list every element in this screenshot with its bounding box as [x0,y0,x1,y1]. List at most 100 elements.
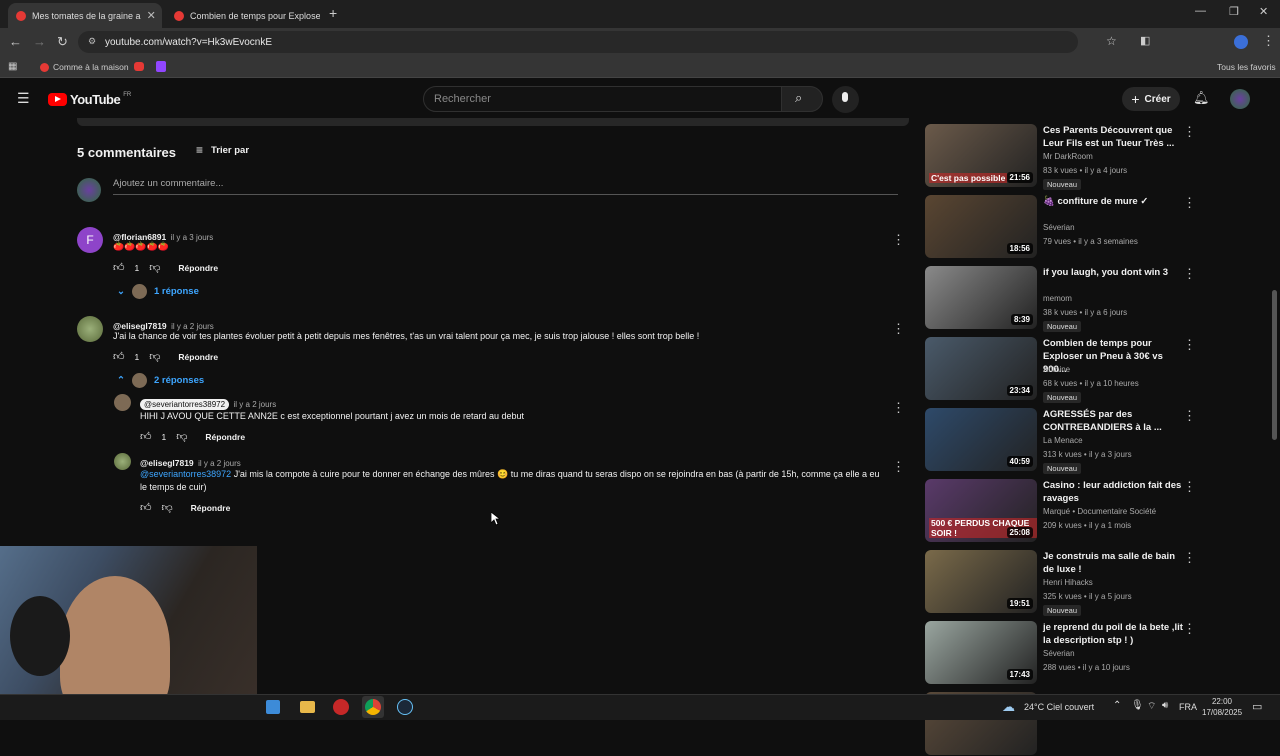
video-channel[interactable]: Séverian [1043,223,1075,232]
like-icon[interactable]: 👍︎ [140,501,152,514]
video-title[interactable]: if you laugh, you dont win 3 [1043,266,1183,279]
hamburger-menu-icon[interactable]: ☰ [17,90,30,107]
steam-icon[interactable] [397,699,413,715]
file-explorer-icon[interactable] [300,701,315,713]
reply-menu-icon[interactable]: ⋮ [892,459,905,475]
video-title[interactable]: Je construis ma salle de bain de luxe ! [1043,550,1183,576]
video-channel[interactable]: Séverian [1043,649,1075,658]
video-card[interactable]: 17:43 je reprend du poil de la bete ,lit … [925,621,1196,685]
close-window-icon[interactable]: ✕ [1259,5,1268,18]
reply-time[interactable]: il y a 2 jours [234,400,277,409]
video-card[interactable]: 18:56 🍇 confiture de mure ✓ Séverian 79 vue… [925,195,1196,259]
new-tab-icon[interactable]: + [329,5,337,21]
forward-icon[interactable]: → [33,34,46,49]
video-menu-icon[interactable]: ⋮ [1183,337,1196,353]
reply-button[interactable]: Répondre [178,263,218,273]
all-favorites-link[interactable]: Tous les favoris [1217,62,1276,72]
youtube-bookmark-icon[interactable] [134,62,144,71]
reload-icon[interactable]: ↻ [57,34,68,50]
video-menu-icon[interactable]: ⋮ [1183,408,1196,424]
video-thumbnail[interactable]: C'est pas possible 21:56 [925,124,1037,187]
video-thumbnail[interactable]: 40:59 [925,408,1037,471]
notification-center-icon[interactable]: ▭ [1252,700,1262,713]
reply-author[interactable]: @elisegl7819 [140,458,194,468]
video-thumbnail[interactable]: 18:56 [925,195,1037,258]
minimize-icon[interactable]: — [1195,5,1206,17]
dislike-icon[interactable]: 👎︎ [149,261,160,274]
video-title[interactable]: AGRESSÉS par des CONTREBANDIERS à la ... [1043,408,1183,434]
dislike-icon[interactable]: 👎︎ [176,430,187,443]
video-card[interactable]: 23:34 Combien de temps pour Exploser un P… [925,337,1196,403]
create-button[interactable]: + Créer [1122,87,1180,111]
video-card[interactable]: 500 € PERDUS CHAQUE SOIR ! 25:08 Casino : … [925,479,1196,543]
reply-time[interactable]: il y a 2 jours [198,459,241,468]
video-channel[interactable]: Henri Hihacks [1043,578,1093,587]
dislike-icon[interactable]: 👎︎ [162,501,173,514]
video-thumbnail[interactable]: 19:51 [925,550,1037,613]
video-channel[interactable]: memom [1043,294,1072,303]
volume-icon[interactable]: 🔊︎ [1162,700,1168,711]
reply-button[interactable]: Répondre [191,503,231,513]
mention-link[interactable]: @severiantorres38972 [140,469,231,479]
twitch-bookmark-icon[interactable] [156,61,166,72]
video-menu-icon[interactable]: ⋮ [1183,124,1196,140]
video-channel[interactable]: Marqué • Documentaire Société [1043,507,1156,516]
weather-text[interactable]: 24°C Ciel couvert [1024,702,1094,712]
video-title[interactable]: 🍇 confiture de mure ✓ [1043,195,1183,208]
microphone-tray-icon[interactable]: 🎙︎ [1131,700,1144,711]
reply-author-creator-badge[interactable]: @severiantorres38972 [140,399,230,410]
video-channel[interactable]: Antoine [1043,365,1070,374]
video-thumbnail[interactable]: 23:34 [925,337,1037,400]
avatar[interactable] [114,394,131,411]
network-icon[interactable]: ⌔ [1147,700,1156,713]
comment-time[interactable]: il y a 3 jours [171,233,214,242]
tray-chevron-up-icon[interactable]: ⌃ [1113,700,1121,711]
menu-dots-icon[interactable]: ⋮ [1262,33,1275,49]
chrome-taskbar-item[interactable] [362,696,384,718]
close-tab-icon[interactable]: ✕ [147,9,156,22]
comment-time[interactable]: il y a 2 jours [171,322,214,331]
extensions-icon[interactable]: ◧ [1140,34,1150,47]
notifications-bell-icon[interactable]: 🔔︎ [1193,90,1210,106]
profile-avatar[interactable] [1234,35,1248,49]
video-menu-icon[interactable]: ⋮ [1183,266,1196,282]
video-title[interactable]: Casino : leur addiction fait des ravages [1043,479,1183,505]
app-icon[interactable] [333,699,349,715]
video-card[interactable]: 40:59 AGRESSÉS par des CONTREBANDIERS à l… [925,408,1196,474]
video-channel[interactable]: La Menace [1043,436,1083,445]
comment-menu-icon[interactable]: ⋮ [892,321,905,337]
like-icon[interactable]: 👍︎ [113,261,125,274]
back-icon[interactable]: ← [9,34,22,49]
add-comment-input[interactable]: Ajoutez un commentaire... [113,178,898,195]
language-indicator[interactable]: FRA [1179,702,1197,712]
video-menu-icon[interactable]: ⋮ [1183,550,1196,566]
bookmark-item[interactable]: Comme à la maison [53,62,129,72]
page-scrollbar[interactable] [1272,290,1277,440]
comment-author[interactable]: @elisegl7819 [113,321,167,331]
video-card[interactable]: 8:39 if you laugh, you dont win 3 memom 38 … [925,266,1196,332]
account-avatar[interactable] [1230,89,1250,109]
reply-button[interactable]: Répondre [205,432,245,442]
avatar[interactable] [114,453,131,470]
search-input[interactable]: Rechercher [423,86,782,112]
url-field[interactable]: ⚙ youtube.com/watch?v=Hk3wEvocnkE [78,31,1078,53]
video-card[interactable]: C'est pas possible 21:56 Ces Parents Décou… [925,124,1196,190]
youtube-logo[interactable]: YouTube FR [48,92,131,107]
like-icon[interactable]: 👍︎ [113,350,125,363]
reply-menu-icon[interactable]: ⋮ [892,400,905,416]
comment-menu-icon[interactable]: ⋮ [892,232,905,248]
video-thumbnail[interactable]: 17:43 [925,621,1037,684]
dislike-icon[interactable]: 👎︎ [149,350,160,363]
video-thumbnail[interactable]: 500 € PERDUS CHAQUE SOIR ! 25:08 [925,479,1037,542]
avatar[interactable]: F [77,227,103,253]
search-button[interactable]: ⌕ [781,86,823,112]
video-menu-icon[interactable]: ⋮ [1183,479,1196,495]
video-menu-icon[interactable]: ⋮ [1183,621,1196,637]
video-menu-icon[interactable]: ⋮ [1183,195,1196,211]
tab-active[interactable]: Mes tomates de la graine a ✕ [8,3,162,28]
video-card[interactable]: 19:51 Je construis ma salle de bain de lu… [925,550,1196,616]
video-title[interactable]: je reprend du poil de la bete ,lit la de… [1043,621,1183,647]
avatar[interactable] [77,316,103,342]
restore-icon[interactable]: ❐ [1229,5,1239,18]
hide-replies-button[interactable]: ⌃ 2 réponses [117,373,204,388]
